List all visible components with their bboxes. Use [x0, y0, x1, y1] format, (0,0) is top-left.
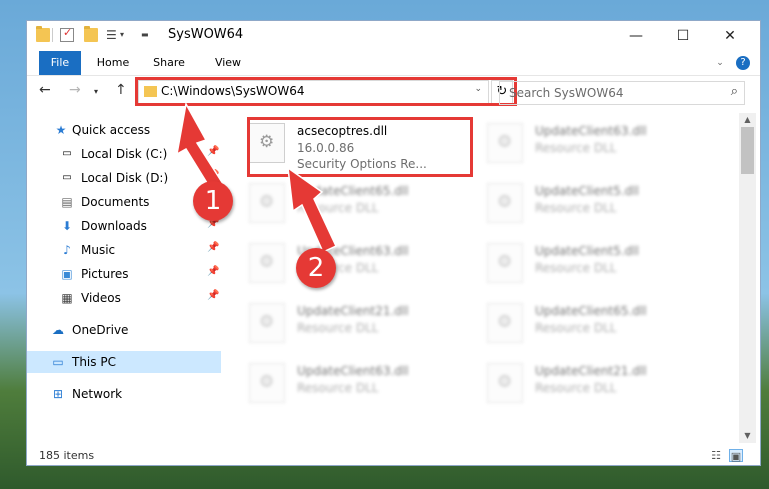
- annotation-layer: [175, 101, 337, 253]
- arrow-2: [287, 166, 337, 253]
- step-2-badge: 2: [296, 248, 336, 288]
- step-1-badge: 1: [193, 181, 233, 221]
